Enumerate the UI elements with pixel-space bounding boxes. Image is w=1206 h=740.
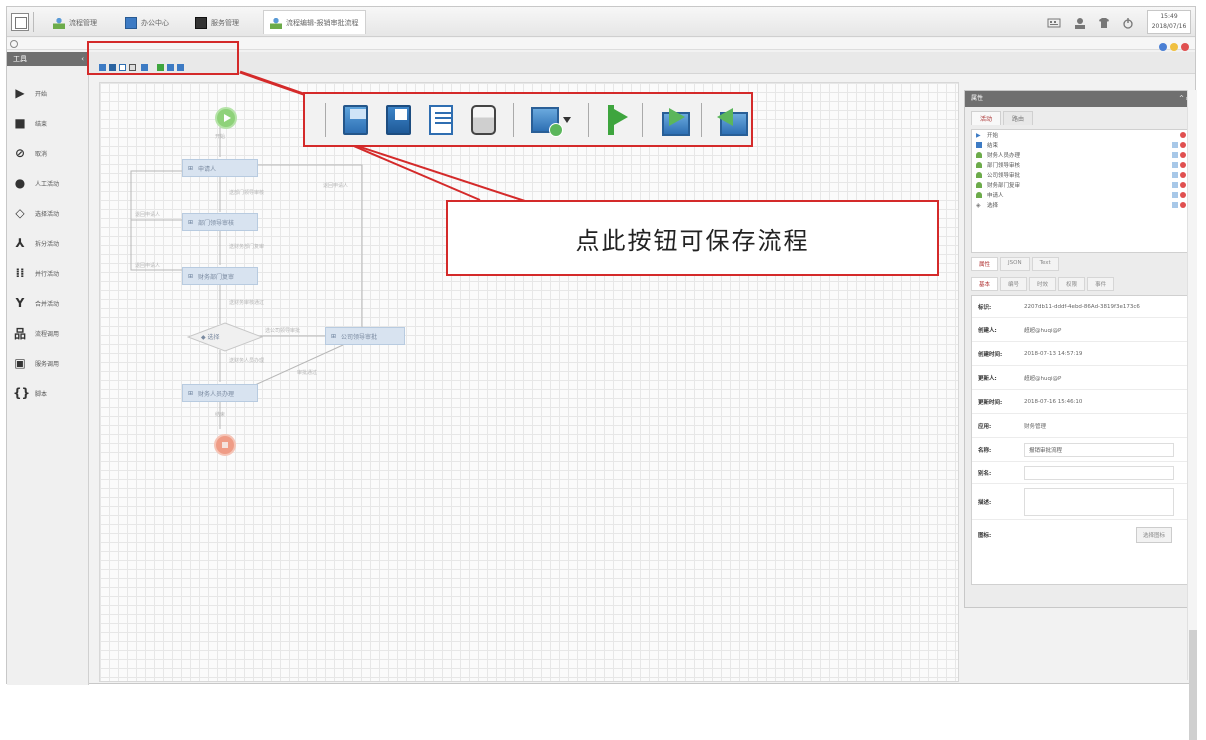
divider — [513, 102, 515, 137]
add-icon — [531, 106, 564, 137]
divider — [588, 102, 589, 137]
divider — [642, 102, 643, 137]
import-button[interactable] — [659, 104, 690, 136]
chevron-down-icon — [563, 116, 572, 123]
route-button[interactable] — [606, 103, 629, 137]
divider — [700, 102, 702, 137]
print-button[interactable] — [471, 104, 497, 135]
divider — [325, 102, 326, 137]
callout-box: 点此按钮可保存流程 — [446, 200, 939, 276]
save-as-button[interactable] — [385, 104, 411, 135]
add-element-dropdown[interactable] — [531, 106, 572, 137]
zoomed-toolbar — [303, 92, 753, 147]
save-button[interactable] — [342, 104, 368, 135]
export-button[interactable] — [717, 104, 748, 136]
form-view-button[interactable] — [428, 104, 454, 135]
